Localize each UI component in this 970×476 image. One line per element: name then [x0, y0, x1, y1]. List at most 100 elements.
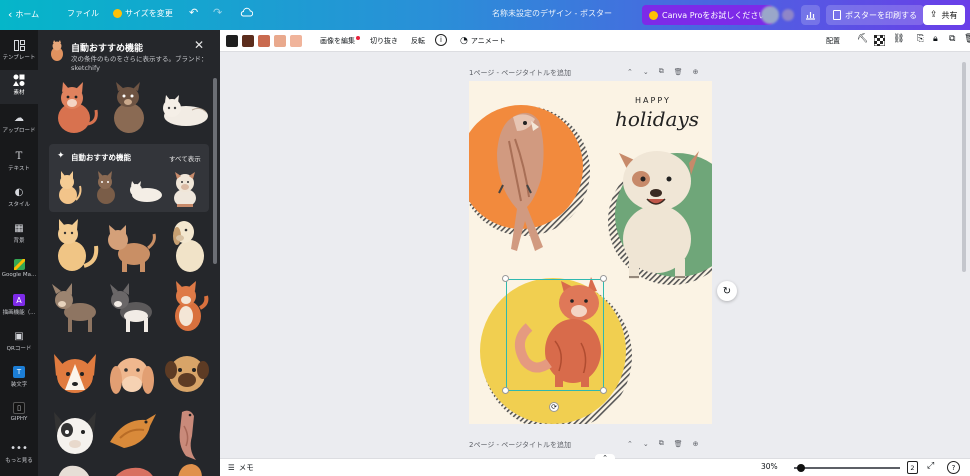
resize-handle[interactable]: [600, 275, 607, 282]
duplicate-icon[interactable]: ⧉: [949, 34, 955, 44]
duplicate-page-icon[interactable]: ⧉: [659, 67, 664, 76]
animate-button[interactable]: ◔ アニメート: [460, 36, 506, 46]
add-page-icon[interactable]: ⊕: [693, 68, 699, 76]
resize-handle[interactable]: [502, 275, 509, 282]
try-pro-button[interactable]: Canva Proをお試しください: [642, 5, 774, 25]
color-swatch[interactable]: [290, 35, 302, 47]
undo-icon[interactable]: ↶: [189, 6, 198, 19]
cat-sticker[interactable]: [48, 218, 102, 274]
help-icon[interactable]: ?: [947, 461, 960, 474]
rail-item-elements[interactable]: 素材: [0, 70, 38, 104]
bird-sticker[interactable]: [168, 462, 208, 476]
resize-handle[interactable]: [502, 387, 509, 394]
add-page-icon[interactable]: ⊕: [693, 440, 699, 448]
dog-sticker[interactable]: [48, 408, 102, 464]
top-bar: ‹ ホーム ファイル サイズを変更 ↶ ↷ 名称未設定のデザイン - ポスター …: [0, 0, 970, 30]
dog-sticker[interactable]: [48, 346, 102, 402]
page2-title-label[interactable]: 2ページ - ページタイトルを追加: [469, 440, 571, 450]
bird-sticker[interactable]: [168, 406, 208, 462]
insights-icon[interactable]: [801, 5, 820, 25]
document-title[interactable]: 名称未設定のデザイン - ポスター: [492, 8, 612, 19]
zoom-slider[interactable]: [794, 464, 900, 472]
dog-sticker[interactable]: [104, 346, 160, 402]
selection-box[interactable]: [506, 279, 604, 391]
see-all-link[interactable]: すべて表示: [169, 153, 201, 163]
right-scrollbar[interactable]: [962, 62, 966, 272]
resize-handle[interactable]: [600, 387, 607, 394]
dog-sticker[interactable]: [168, 170, 202, 208]
fullscreen-icon[interactable]: ⤢: [927, 461, 934, 471]
rail-item-draw[interactable]: A 描画機能（...: [0, 290, 38, 324]
poster-happy-text[interactable]: HAPPY: [635, 96, 671, 105]
avatar[interactable]: [761, 6, 779, 24]
delete-icon[interactable]: 🗑︎: [964, 34, 970, 44]
lock-icon[interactable]: 🔒︎: [933, 34, 938, 44]
copy-style-icon[interactable]: ⎘: [917, 34, 924, 44]
bird-sticker[interactable]: [52, 464, 96, 476]
paint-roller-icon[interactable]: ⛏: [857, 34, 868, 44]
rail-item-styles[interactable]: ◐ スタイル: [0, 182, 38, 216]
cat-sticker[interactable]: [54, 170, 84, 206]
rail-item-more[interactable]: ••• もっと見る: [0, 438, 38, 472]
redo-icon[interactable]: ↷: [213, 6, 222, 19]
color-swatch[interactable]: [226, 35, 238, 47]
dog-sticker[interactable]: [162, 216, 212, 276]
show-pages-chevron-icon[interactable]: ⌃: [595, 454, 615, 463]
dog-sticker[interactable]: [162, 346, 212, 404]
edit-image-button[interactable]: 画像を編集: [320, 36, 360, 46]
resize-button[interactable]: サイズを変更: [113, 8, 173, 19]
rotate-handle[interactable]: ⟳: [549, 402, 559, 412]
transparency-icon[interactable]: [874, 35, 885, 46]
dog-sticker[interactable]: [162, 278, 212, 338]
color-swatch[interactable]: [242, 35, 254, 47]
crop-button[interactable]: 切り抜き: [370, 36, 398, 46]
rail-item-google-maps[interactable]: Google Ma...: [0, 254, 38, 288]
file-menu[interactable]: ファイル: [67, 8, 99, 19]
print-poster-button[interactable]: ポスターを印刷する: [826, 5, 924, 25]
arrange-button[interactable]: 配置: [826, 36, 840, 46]
info-icon[interactable]: i: [435, 34, 447, 46]
rail-item-qr[interactable]: ▣ QRコード: [0, 326, 38, 360]
rail-item-text[interactable]: T テキスト: [0, 146, 38, 180]
rail-item-uploads[interactable]: ☁ アップロード: [0, 108, 38, 142]
duplicate-page-icon[interactable]: ⧉: [659, 439, 664, 448]
bird-sticker[interactable]: [110, 464, 156, 476]
page-count[interactable]: 2: [907, 461, 918, 474]
cat-sticker[interactable]: [126, 178, 164, 204]
notes-button[interactable]: ☰ メモ: [228, 462, 254, 473]
poster-page[interactable]: HAPPY holidays ⟳: [469, 81, 712, 424]
rail-item-templates[interactable]: テンプレート: [0, 35, 38, 69]
cat-sticker[interactable]: [104, 218, 158, 274]
bird-sticker[interactable]: [104, 408, 160, 458]
cat-sticker[interactable]: [106, 80, 152, 136]
refresh-icon[interactable]: ↻: [717, 281, 737, 301]
delete-page-icon[interactable]: 🗑︎: [674, 68, 683, 76]
home-button[interactable]: ‹ ホーム: [8, 8, 39, 21]
zoom-value[interactable]: 30%: [761, 462, 778, 471]
rail-item-background[interactable]: ▦ 背景: [0, 218, 38, 252]
flip-button[interactable]: 反転: [411, 36, 425, 46]
share-button[interactable]: ⇪ 共有: [923, 5, 965, 25]
color-swatch[interactable]: [258, 35, 270, 47]
rail-item-giphy[interactable]: ▯ GIPHY: [0, 398, 38, 432]
link-icon[interactable]: ⛓: [893, 34, 904, 44]
color-swatch[interactable]: [274, 35, 286, 47]
cloud-icon[interactable]: [240, 7, 253, 18]
chevron-down-icon[interactable]: ⌄: [643, 440, 649, 448]
chevron-up-icon[interactable]: ⌃: [627, 68, 633, 76]
poster-holidays-text[interactable]: holidays: [615, 107, 699, 131]
chevron-down-icon[interactable]: ⌄: [643, 68, 649, 76]
cat-sticker[interactable]: [50, 80, 100, 136]
page-title-label[interactable]: 1ページ - ページタイトルを追加: [469, 68, 571, 78]
dog-sticker[interactable]: [48, 280, 104, 336]
cat-sticker[interactable]: [91, 170, 121, 206]
delete-page-icon[interactable]: 🗑︎: [674, 440, 683, 448]
chevron-up-icon[interactable]: ⌃: [627, 440, 633, 448]
avatar[interactable]: [782, 9, 794, 21]
zoom-slider-thumb[interactable]: [797, 464, 806, 472]
rail-item-fancy-text[interactable]: T 装文字: [0, 362, 38, 396]
panel-scrollbar[interactable]: [213, 78, 217, 264]
dog-sticker[interactable]: [104, 278, 160, 338]
close-icon[interactable]: ✕: [194, 38, 204, 52]
cat-sticker[interactable]: [158, 92, 212, 128]
